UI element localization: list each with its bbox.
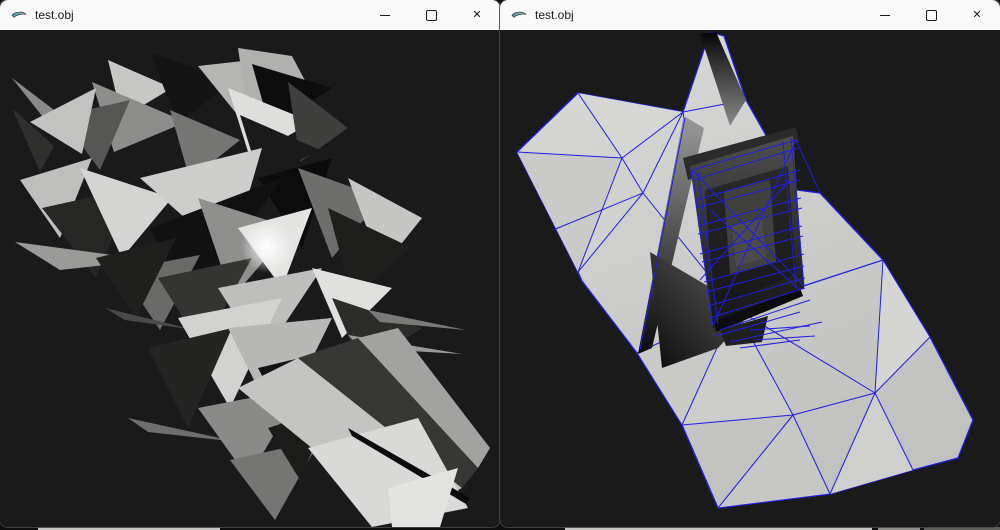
- close-icon: ✕: [472, 10, 481, 21]
- maximize-icon: [926, 10, 937, 21]
- titlebar[interactable]: test.obj ✕: [0, 0, 500, 30]
- gl-viewport-right[interactable]: [500, 30, 1000, 527]
- minimize-button[interactable]: [362, 0, 408, 30]
- mesh-render-shaded: [0, 30, 500, 527]
- app-icon: [11, 7, 27, 23]
- window-title: test.obj: [35, 8, 362, 22]
- gl-viewport-left[interactable]: [0, 30, 500, 527]
- viewer-window-left: test.obj ✕: [0, 0, 500, 527]
- minimize-icon: [880, 15, 890, 16]
- mesh-render-wireframe: [500, 30, 1000, 527]
- window-title: test.obj: [535, 8, 862, 22]
- window-controls: ✕: [862, 0, 1000, 30]
- maximize-icon: [426, 10, 437, 21]
- minimize-button[interactable]: [862, 0, 908, 30]
- viewer-window-right: test.obj ✕: [500, 0, 1000, 527]
- titlebar[interactable]: test.obj ✕: [500, 0, 1000, 30]
- close-icon: ✕: [972, 10, 981, 21]
- maximize-button[interactable]: [408, 0, 454, 30]
- close-button[interactable]: ✕: [954, 0, 1000, 30]
- maximize-button[interactable]: [908, 0, 954, 30]
- close-button[interactable]: ✕: [454, 0, 500, 30]
- app-icon: [511, 7, 527, 23]
- minimize-icon: [380, 15, 390, 16]
- window-controls: ✕: [362, 0, 500, 30]
